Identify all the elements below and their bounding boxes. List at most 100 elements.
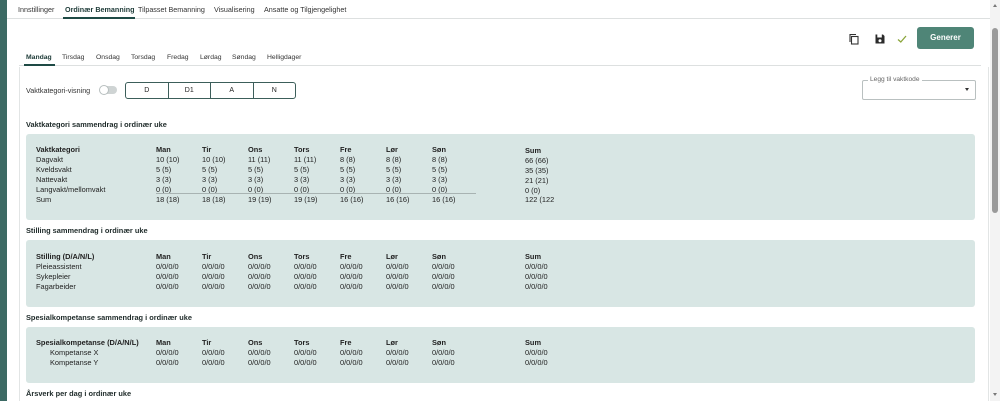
table-cell: 0/0/0/0 xyxy=(432,358,455,367)
column-header: Lør xyxy=(386,145,398,154)
table-cell: 0/0/0/0 xyxy=(340,262,363,271)
row-label: Sum xyxy=(36,195,52,204)
segment-n[interactable]: N xyxy=(254,83,296,98)
table-cell: 0/0/0/0 xyxy=(156,262,179,271)
column-header: Tir xyxy=(202,252,212,261)
segment-d1[interactable]: D1 xyxy=(169,83,211,98)
table-cell: 16 (16) xyxy=(432,195,456,204)
left-sidebar-strip xyxy=(0,0,7,401)
column-header: Lør xyxy=(386,338,398,347)
table-cell: 66 (66) xyxy=(525,156,549,165)
checkmark-icon[interactable] xyxy=(896,33,908,45)
tab-onsdag[interactable]: Onsdag xyxy=(96,54,120,61)
table-cell: 0/0/0/0 xyxy=(294,358,317,367)
column-header: Fre xyxy=(340,252,352,261)
row-label: Kompetanse Y xyxy=(50,358,99,367)
column-header: Sum xyxy=(525,146,542,155)
column-header: Fre xyxy=(340,145,352,154)
table-cell: 16 (16) xyxy=(386,195,410,204)
table-cell: 0/0/0/0 xyxy=(248,282,271,291)
vaktkategori-toggle[interactable] xyxy=(99,85,117,95)
table-cell: 0/0/0/0 xyxy=(294,262,317,271)
tab-innstillinger[interactable]: Innstillinger xyxy=(18,5,54,14)
tab-ordinaer-bemanning[interactable]: Ordinær Bemanning xyxy=(65,5,135,14)
tab-sondag[interactable]: Søndag xyxy=(232,54,256,61)
tab-torsdag[interactable]: Torsdag xyxy=(131,54,155,61)
table-cell: 0/0/0/0 xyxy=(386,282,409,291)
row-label: Nattevakt xyxy=(36,175,68,184)
table-cell: 0/0/0/0 xyxy=(386,272,409,281)
column-header: Søn xyxy=(432,252,446,261)
row-label: Fagarbeider xyxy=(36,282,76,291)
tab-helligdager[interactable]: Helligdager xyxy=(267,54,301,61)
column-header: Tir xyxy=(202,338,212,347)
column-header: Søn xyxy=(432,145,446,154)
table-cell: 0/0/0/0 xyxy=(432,262,455,271)
vaktkategori-visning-label: Vaktkategori-visning xyxy=(26,86,91,95)
column-header: Ons xyxy=(248,145,263,154)
table-cell: 21 (21) xyxy=(525,176,549,185)
table-cell: 18 (18) xyxy=(202,195,226,204)
generate-button[interactable]: Generer xyxy=(917,27,974,49)
scroll-up-icon[interactable] xyxy=(993,4,997,7)
table-cell: 3 (3) xyxy=(156,175,172,184)
table-cell: 3 (3) xyxy=(386,175,402,184)
stilling-section-title: Stilling sammendrag i ordinær uke xyxy=(26,226,148,235)
chevron-down-icon xyxy=(965,88,969,91)
table-cell: 0/0/0/0 xyxy=(294,348,317,357)
tab-lordag[interactable]: Lørdag xyxy=(200,54,222,61)
column-header: Tors xyxy=(294,252,310,261)
scrollbar-thumb[interactable] xyxy=(992,28,998,213)
tab-visualisering[interactable]: Visualisering xyxy=(214,5,255,14)
table-cell: 0/0/0/0 xyxy=(525,282,548,291)
copy-icon[interactable] xyxy=(848,33,860,45)
row-label: Langvakt/mellomvakt xyxy=(36,185,106,194)
table-cell: 0/0/0/0 xyxy=(386,358,409,367)
table-cell: 19 (19) xyxy=(248,195,272,204)
active-day-indicator xyxy=(24,64,55,66)
save-icon[interactable] xyxy=(874,33,886,45)
table-cell: 19 (19) xyxy=(294,195,318,204)
table-cell: 0 (0) xyxy=(525,186,541,195)
table-cell: 3 (3) xyxy=(340,175,356,184)
toggle-knob xyxy=(99,85,109,95)
tab-mandag[interactable]: Mandag xyxy=(26,54,52,61)
table-cell: 5 (5) xyxy=(386,165,402,174)
table-cell: 0/0/0/0 xyxy=(202,272,225,281)
table-cell: 0/0/0/0 xyxy=(386,262,409,271)
scroll-down-icon[interactable] xyxy=(993,393,997,396)
table-cell: 0/0/0/0 xyxy=(248,262,271,271)
table-cell: 0/0/0/0 xyxy=(340,272,363,281)
column-header: Man xyxy=(156,145,171,154)
table-cell: 0/0/0/0 xyxy=(248,348,271,357)
segment-a[interactable]: A xyxy=(211,83,254,98)
add-shift-code-select[interactable] xyxy=(862,80,976,100)
column-header: Sum xyxy=(525,252,542,261)
table-cell: 5 (5) xyxy=(202,165,218,174)
table-cell: 0/0/0/0 xyxy=(432,348,455,357)
table-cell: 122 (122 xyxy=(525,195,555,204)
arsverk-section-title: Årsverk per dag i ordinær uke xyxy=(26,389,132,398)
add-shift-code-label: Legg til vaktkode xyxy=(868,76,922,83)
table-cell: 8 (8) xyxy=(386,155,402,164)
tab-fredag[interactable]: Fredag xyxy=(167,54,189,61)
column-header: Vaktkategori xyxy=(36,145,80,154)
table-cell: 11 (11) xyxy=(294,155,317,164)
column-header: Ons xyxy=(248,338,263,347)
vaktkategori-section-title: Vaktkategori sammendrag i ordinær uke xyxy=(26,120,167,129)
row-label: Pleieassistent xyxy=(36,262,82,271)
tab-ansatte-og-tilgjengelighet[interactable]: Ansatte og Tilgjengelighet xyxy=(264,5,346,14)
table-cell: 0/0/0/0 xyxy=(156,272,179,281)
column-header: Lør xyxy=(386,252,398,261)
table-cell: 0/0/0/0 xyxy=(386,348,409,357)
tab-tilpasset-bemanning[interactable]: Tilpasset Bemanning xyxy=(138,5,205,14)
table-cell: 16 (16) xyxy=(340,195,364,204)
table-cell: 0/0/0/0 xyxy=(525,272,548,281)
table-cell: 11 (11) xyxy=(248,155,271,164)
segment-d[interactable]: D xyxy=(126,83,169,98)
row-label: Kompetanse X xyxy=(50,348,99,357)
active-tab-indicator xyxy=(63,17,135,19)
tab-tirsdag[interactable]: Tirsdag xyxy=(62,54,84,61)
table-cell: 0/0/0/0 xyxy=(340,358,363,367)
table-cell: 18 (18) xyxy=(156,195,180,204)
